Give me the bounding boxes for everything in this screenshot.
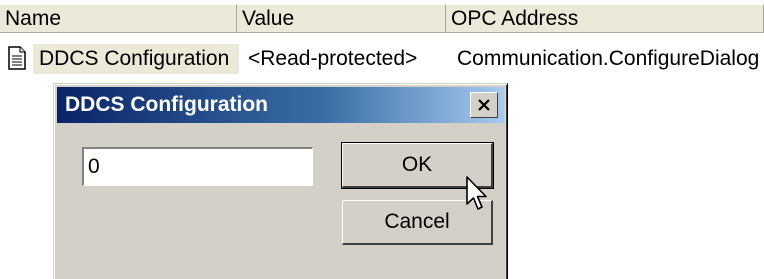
table-row[interactable]: DDCS Configuration <Read-protected> Comm…	[0, 44, 764, 74]
document-icon	[8, 46, 26, 70]
column-header-value[interactable]: Value	[237, 4, 446, 33]
mouse-cursor-icon	[466, 176, 487, 210]
column-header-opc-address[interactable]: OPC Address	[446, 4, 764, 33]
close-button[interactable]	[470, 92, 498, 118]
column-header-bar: Name Value OPC Address	[0, 0, 764, 33]
close-icon	[478, 99, 490, 111]
configuration-input[interactable]: 0	[82, 147, 313, 186]
dialog-title: DDCS Configuration	[65, 93, 268, 116]
column-header-name[interactable]: Name	[0, 4, 237, 33]
ddcs-configuration-dialog: DDCS Configuration 0 OK Cancel	[53, 83, 508, 279]
row-name: DDCS Configuration	[33, 44, 239, 74]
row-opc-address: Communication.ConfigureDialog	[457, 47, 760, 70]
row-value: <Read-protected>	[248, 47, 418, 70]
dialog-titlebar[interactable]: DDCS Configuration	[57, 87, 504, 123]
